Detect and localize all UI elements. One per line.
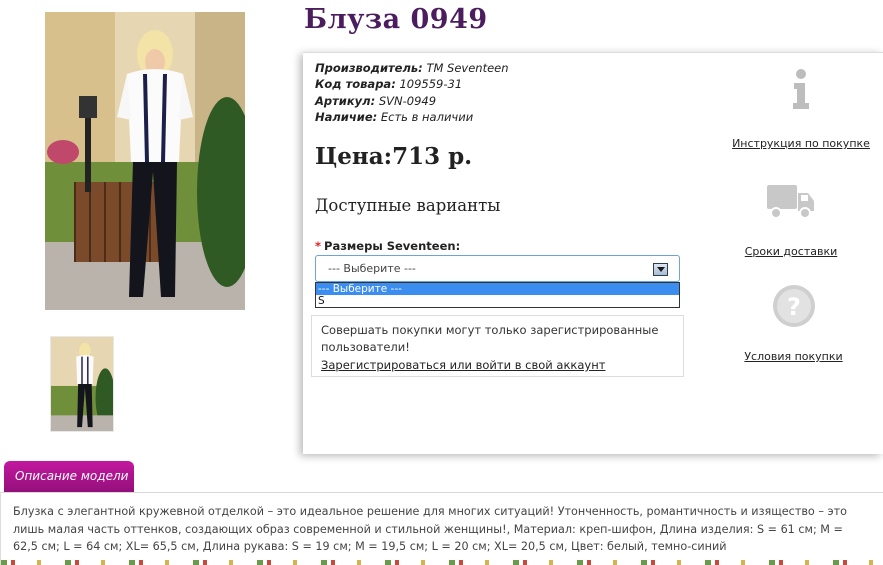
spec-value: 109559-31 — [399, 77, 463, 92]
dropdown-arrow-icon[interactable] — [653, 263, 668, 276]
size-select-value: --- Выберите --- — [328, 262, 416, 275]
size-options-list: --- Выберите --- S — [315, 282, 680, 308]
footer-decoration — [1, 560, 883, 565]
product-title: Блуза 0949 — [304, 4, 488, 35]
login-notice-text: Совершать покупки могут только зарегистр… — [321, 323, 659, 354]
conditions-block: ? Условия покупки — [721, 284, 866, 363]
size-label: * Размеры Seventeen: — [315, 239, 460, 253]
spec-value: Есть в наличии — [380, 109, 474, 124]
login-notice: Совершать покупки могут только зарегистр… — [311, 315, 684, 377]
size-option-placeholder[interactable]: --- Выберите --- — [316, 283, 679, 295]
variants-heading: Доступные варианты — [315, 196, 501, 215]
spec-label: Артикул: — [315, 93, 376, 108]
tab-description[interactable]: Описание модели — [4, 461, 134, 493]
spec-value: SVN-0949 — [378, 93, 437, 108]
svg-text:?: ? — [787, 293, 801, 321]
required-mark: * — [315, 239, 322, 253]
conditions-link[interactable]: Условия покупки — [721, 350, 866, 363]
spec-article: Артикул: SVN-0949 — [315, 93, 509, 109]
question-icon[interactable]: ? — [772, 284, 816, 328]
spec-availability: Наличие: Есть в наличии — [315, 109, 509, 125]
delivery-block: Сроки доставки — [721, 183, 861, 258]
product-description: Блузка с элегантной кружевной отделкой –… — [0, 492, 883, 565]
size-label-text: Размеры Seventeen: — [324, 239, 461, 253]
register-login-link[interactable]: Зарегистрироваться или войти в свой акка… — [321, 357, 683, 374]
info-icon[interactable] — [791, 69, 811, 109]
product-photo[interactable] — [45, 12, 245, 310]
size-select[interactable]: --- Выберите --- — [315, 255, 680, 282]
spec-product-code: Код товара: 109559-31 — [315, 76, 509, 92]
product-price: Цена:713 р. — [315, 143, 473, 170]
spec-manufacturer: Производитель: ТМ Seventeen — [315, 60, 509, 76]
product-specs: Производитель: ТМ Seventeen Код товара: … — [315, 60, 509, 125]
product-info-panel: Производитель: ТМ Seventeen Код товара: … — [303, 52, 883, 454]
spec-label: Код товара: — [315, 77, 396, 92]
spec-label: Производитель: — [315, 61, 423, 75]
size-option-s[interactable]: S — [316, 295, 679, 307]
instructions-link[interactable]: Инструкция по покупке — [721, 137, 881, 150]
spec-label: Наличие: — [315, 109, 378, 124]
product-thumbnail[interactable] — [50, 336, 114, 432]
delivery-link[interactable]: Сроки доставки — [721, 245, 861, 258]
delivery-truck-icon[interactable] — [767, 183, 815, 221]
spec-value: ТМ Seventeen — [426, 61, 509, 75]
description-text: Блузка с элегантной кружевной отделкой –… — [13, 505, 847, 553]
instructions-block: Инструкция по покупке — [721, 69, 881, 150]
